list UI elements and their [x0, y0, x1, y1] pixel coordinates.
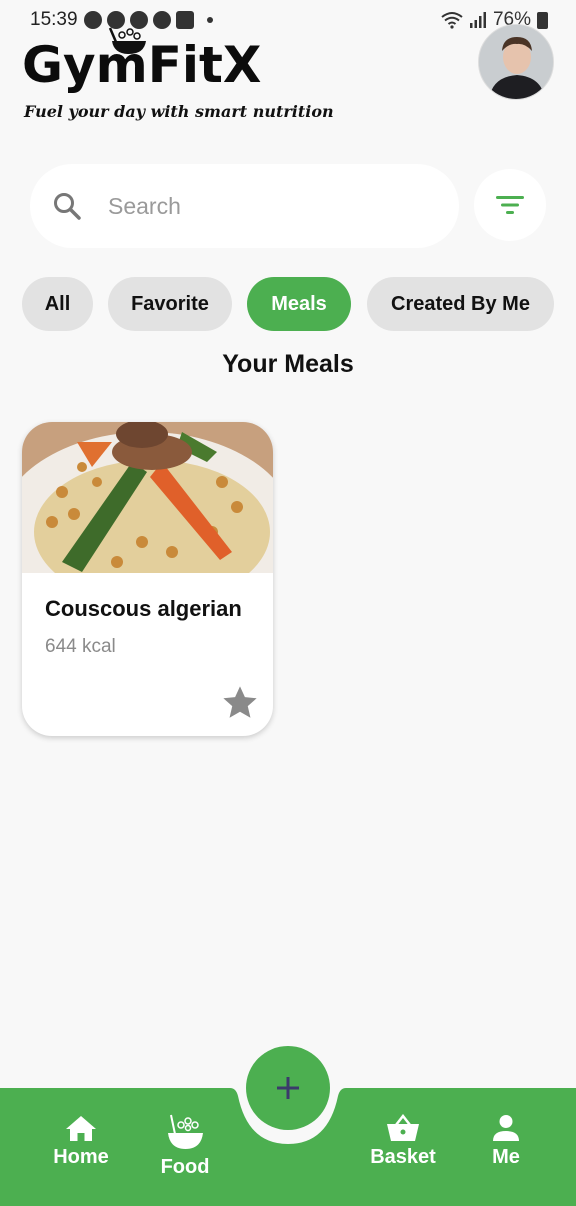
search-bar[interactable]: Search	[30, 164, 459, 248]
meal-card[interactable]: Couscous algerian 644 kcal	[22, 422, 273, 736]
section-title: Your Meals	[222, 350, 354, 378]
search-input[interactable]: Search	[108, 193, 181, 220]
search-icon	[54, 193, 81, 220]
nav-me[interactable]: Me	[461, 1114, 551, 1169]
chip-all[interactable]: All	[22, 277, 93, 331]
chip-meals[interactable]: Meals	[247, 277, 351, 331]
filter-icon	[496, 196, 524, 214]
nav-basket-label: Basket	[370, 1146, 436, 1168]
person-icon	[493, 1115, 519, 1141]
nav-home[interactable]: Home	[36, 1114, 126, 1169]
nav-food[interactable]: Food	[140, 1114, 230, 1179]
app-tagline: Fuel your day with smart nutrition	[24, 102, 334, 121]
avatar[interactable]	[478, 24, 554, 100]
more-notifications-dot	[206, 17, 213, 23]
basket-icon	[387, 1114, 419, 1141]
chip-created-by-me[interactable]: Created By Me	[367, 277, 554, 331]
food-bowl-icon	[168, 1114, 203, 1149]
favorite-star-icon[interactable]	[221, 684, 259, 722]
meal-name: Couscous algerian	[45, 596, 242, 621]
filter-button[interactable]	[474, 169, 546, 241]
nav-food-label: Food	[160, 1156, 210, 1178]
home-icon	[66, 1116, 96, 1141]
meal-calories: 644 kcal	[45, 636, 116, 657]
avatar-photo	[479, 25, 553, 99]
nav-home-label: Home	[53, 1146, 109, 1168]
add-meal-button[interactable]	[246, 1046, 330, 1130]
chip-favorite[interactable]: Favorite	[108, 277, 232, 331]
plus-icon	[277, 1077, 299, 1099]
app-header: GymFitX Fuel your day with smart nutriti…	[22, 24, 554, 134]
app-logo: GymFitX	[22, 36, 262, 94]
nav-me-label: Me	[492, 1146, 520, 1168]
nav-basket[interactable]: Basket	[358, 1114, 448, 1169]
meal-image	[22, 422, 273, 573]
